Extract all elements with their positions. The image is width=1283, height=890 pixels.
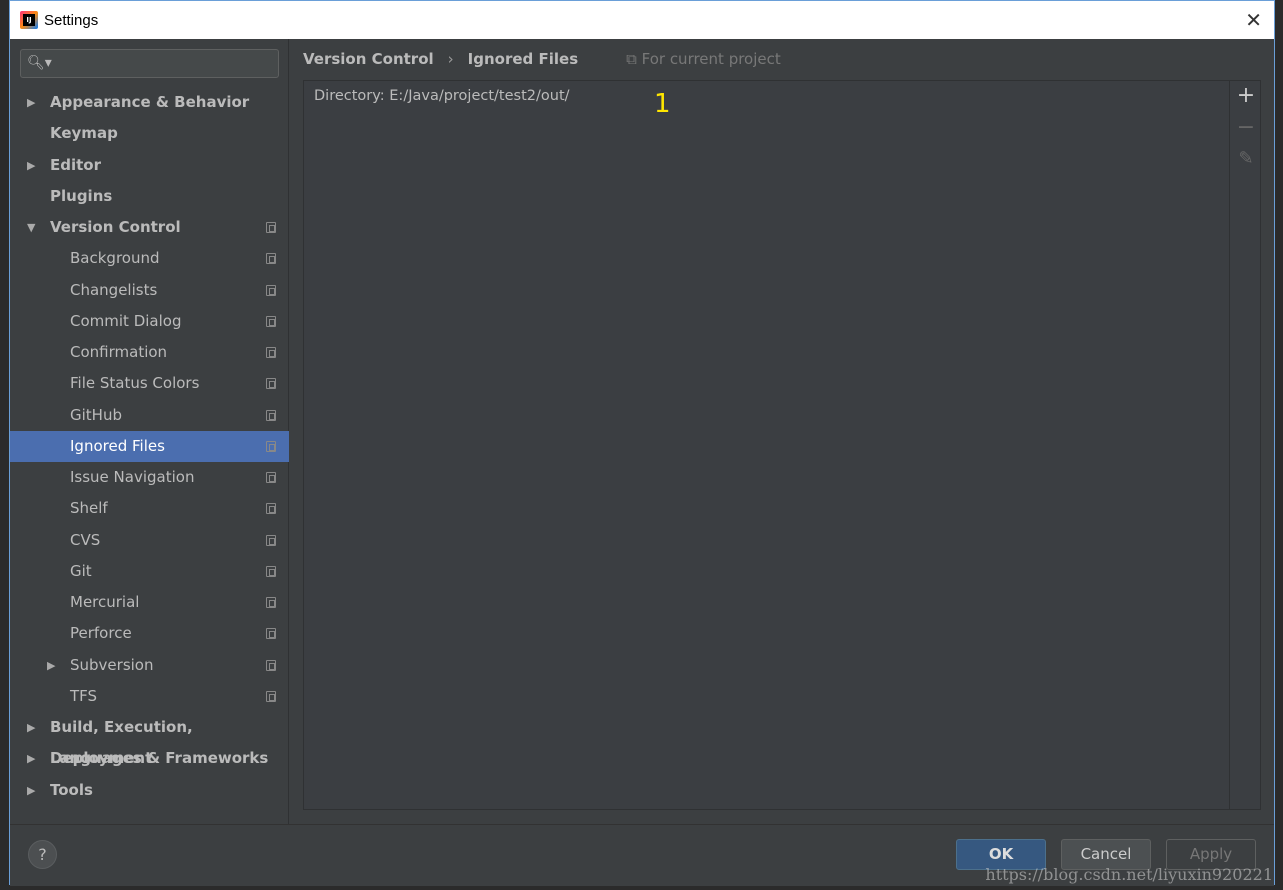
project-scope-icon: [266, 472, 276, 483]
sidebar-item[interactable]: Plugins: [10, 181, 289, 212]
sidebar-item-label: Perforce: [70, 624, 132, 643]
project-scope-icon: [266, 534, 276, 546]
sidebar-item[interactable]: Issue Navigation: [10, 462, 289, 493]
chevron-right-icon[interactable]: ▶: [27, 150, 35, 181]
sidebar-item[interactable]: Background: [10, 243, 289, 274]
sidebar-item-label: Issue Navigation: [70, 468, 195, 486]
project-scope-icon: [266, 659, 276, 671]
sidebar-item-label: TFS: [70, 686, 98, 705]
sidebar-item[interactable]: Git: [10, 556, 289, 587]
sidebar-item-label: Ignored Files: [70, 436, 165, 455]
project-scope-icon: [266, 690, 276, 702]
project-scope-icon: [266, 378, 276, 390]
sidebar-item[interactable]: ▶ Editor: [10, 150, 289, 181]
list-item[interactable]: Directory: E:/Java/project/test2/out/: [314, 88, 570, 104]
sidebar-item-label: Languages & Frameworks: [50, 749, 269, 768]
project-scope-icon: [266, 315, 276, 327]
breadcrumb-item: Ignored Files: [467, 50, 579, 68]
chevron-right-icon[interactable]: ▶: [27, 712, 35, 743]
project-scope-icon: [266, 409, 276, 421]
project-scope-icon: [266, 347, 276, 358]
sidebar-item[interactable]: ▶ Tools: [10, 775, 289, 806]
breadcrumb: Version Control › Ignored Files ⧉ For cu…: [303, 50, 781, 68]
sidebar-item[interactable]: ▶ Build, Execution, Deployment: [10, 712, 289, 767]
sidebar-item[interactable]: Keymap: [10, 118, 289, 149]
sidebar-item-label: File Status Colors: [70, 374, 200, 393]
sidebar-item[interactable]: Ignored Files: [10, 430, 289, 462]
sidebar-item[interactable]: Shelf: [10, 493, 289, 524]
project-scope-icon: [266, 565, 276, 577]
sidebar-item-label: Shelf: [70, 499, 108, 518]
sidebar-item[interactable]: Changelists: [10, 275, 289, 306]
sidebar-item[interactable]: Confirmation: [10, 337, 289, 368]
sidebar-item-label: Plugins: [50, 186, 113, 205]
sidebar-item-label: Background: [70, 249, 160, 268]
sidebar-item[interactable]: ▶ Subversion: [10, 650, 289, 681]
sidebar-item-label: Git: [70, 561, 92, 580]
sidebar-item[interactable]: Perforce: [10, 618, 289, 649]
sidebar-item-label: Confirmation: [70, 343, 168, 361]
project-scope-icon: [266, 503, 276, 515]
sidebar-item-label: Changelists: [70, 280, 158, 299]
sidebar-item-label: Keymap: [50, 124, 118, 143]
settings-sidebar: 🔍︎▾ ▶ Appearance & Behavior Keymap ▶ Editor P…: [10, 39, 289, 824]
sidebar-item[interactable]: ▶ Appearance & Behavior: [10, 87, 289, 118]
remove-icon[interactable]: −: [1230, 115, 1262, 140]
chevron-right-icon[interactable]: ▶: [47, 650, 55, 681]
dialog-title: Settings: [44, 11, 99, 29]
add-icon[interactable]: +: [1230, 83, 1262, 108]
sidebar-item[interactable]: File Status Colors: [10, 368, 289, 399]
chevron-right-icon[interactable]: ▶: [27, 87, 35, 118]
breadcrumb-item[interactable]: Version Control: [303, 50, 434, 68]
help-button[interactable]: ?: [28, 840, 57, 869]
sidebar-item-label: Appearance & Behavior: [50, 93, 250, 111]
sidebar-item-label: Version Control: [50, 218, 181, 236]
sidebar-item-label: CVS: [70, 530, 101, 549]
scope-text: For current project: [641, 50, 781, 68]
main-panel: Version Control › Ignored Files ⧉ For cu…: [290, 39, 1274, 824]
sidebar-item[interactable]: CVS: [10, 525, 289, 556]
project-scope-icon: [266, 284, 276, 296]
project-scope-icon: [266, 440, 276, 452]
watermark: https://blog.csdn.net/liyuxin920221: [985, 865, 1273, 884]
project-scope-icon: [266, 597, 276, 608]
sidebar-item-label: GitHub: [70, 405, 122, 424]
sidebar-item-label: Tools: [50, 780, 93, 799]
search-input[interactable]: 🔍︎▾: [20, 49, 279, 78]
project-scope-icon: [266, 253, 276, 265]
sidebar-item-label: Mercurial: [70, 593, 140, 611]
intellij-logo-icon: [20, 11, 38, 29]
close-icon[interactable]: ✕: [1245, 8, 1262, 32]
ignored-files-list[interactable]: Directory: E:/Java/project/test2/out/ 1: [303, 80, 1261, 810]
sidebar-item[interactable]: GitHub: [10, 400, 289, 431]
sidebar-item-label: Subversion: [70, 655, 154, 674]
list-toolbar: + − ✎: [1229, 80, 1261, 810]
project-scope-icon: [266, 628, 276, 640]
project-scope-icon: [266, 222, 276, 233]
sidebar-item[interactable]: Commit Dialog: [10, 306, 289, 337]
search-icon: 🔍︎▾: [27, 55, 52, 71]
project-scope-icon: ⧉: [626, 50, 642, 68]
chevron-right-icon[interactable]: ▶: [27, 743, 35, 774]
edit-icon[interactable]: ✎: [1230, 148, 1262, 169]
sidebar-item[interactable]: ▶ Languages & Frameworks: [10, 743, 289, 774]
sidebar-item[interactable]: Mercurial: [10, 587, 289, 618]
project-scope-label: ⧉ For current project: [626, 50, 781, 68]
annotation-number: 1: [654, 89, 671, 119]
chevron-right-icon[interactable]: ▶: [27, 775, 35, 806]
title-bar: Settings ✕: [10, 1, 1274, 39]
sidebar-item-label: Commit Dialog: [70, 311, 182, 330]
settings-dialog: Settings ✕ 🔍︎▾ ▶ Appearance & Behavior Key…: [9, 0, 1275, 886]
sidebar-item[interactable]: TFS: [10, 681, 289, 712]
sidebar-item-label: Editor: [50, 155, 101, 174]
breadcrumb-separator: ›: [447, 50, 454, 68]
chevron-down-icon[interactable]: ▼: [27, 212, 35, 243]
sidebar-item[interactable]: ▼ Version Control: [10, 212, 289, 243]
